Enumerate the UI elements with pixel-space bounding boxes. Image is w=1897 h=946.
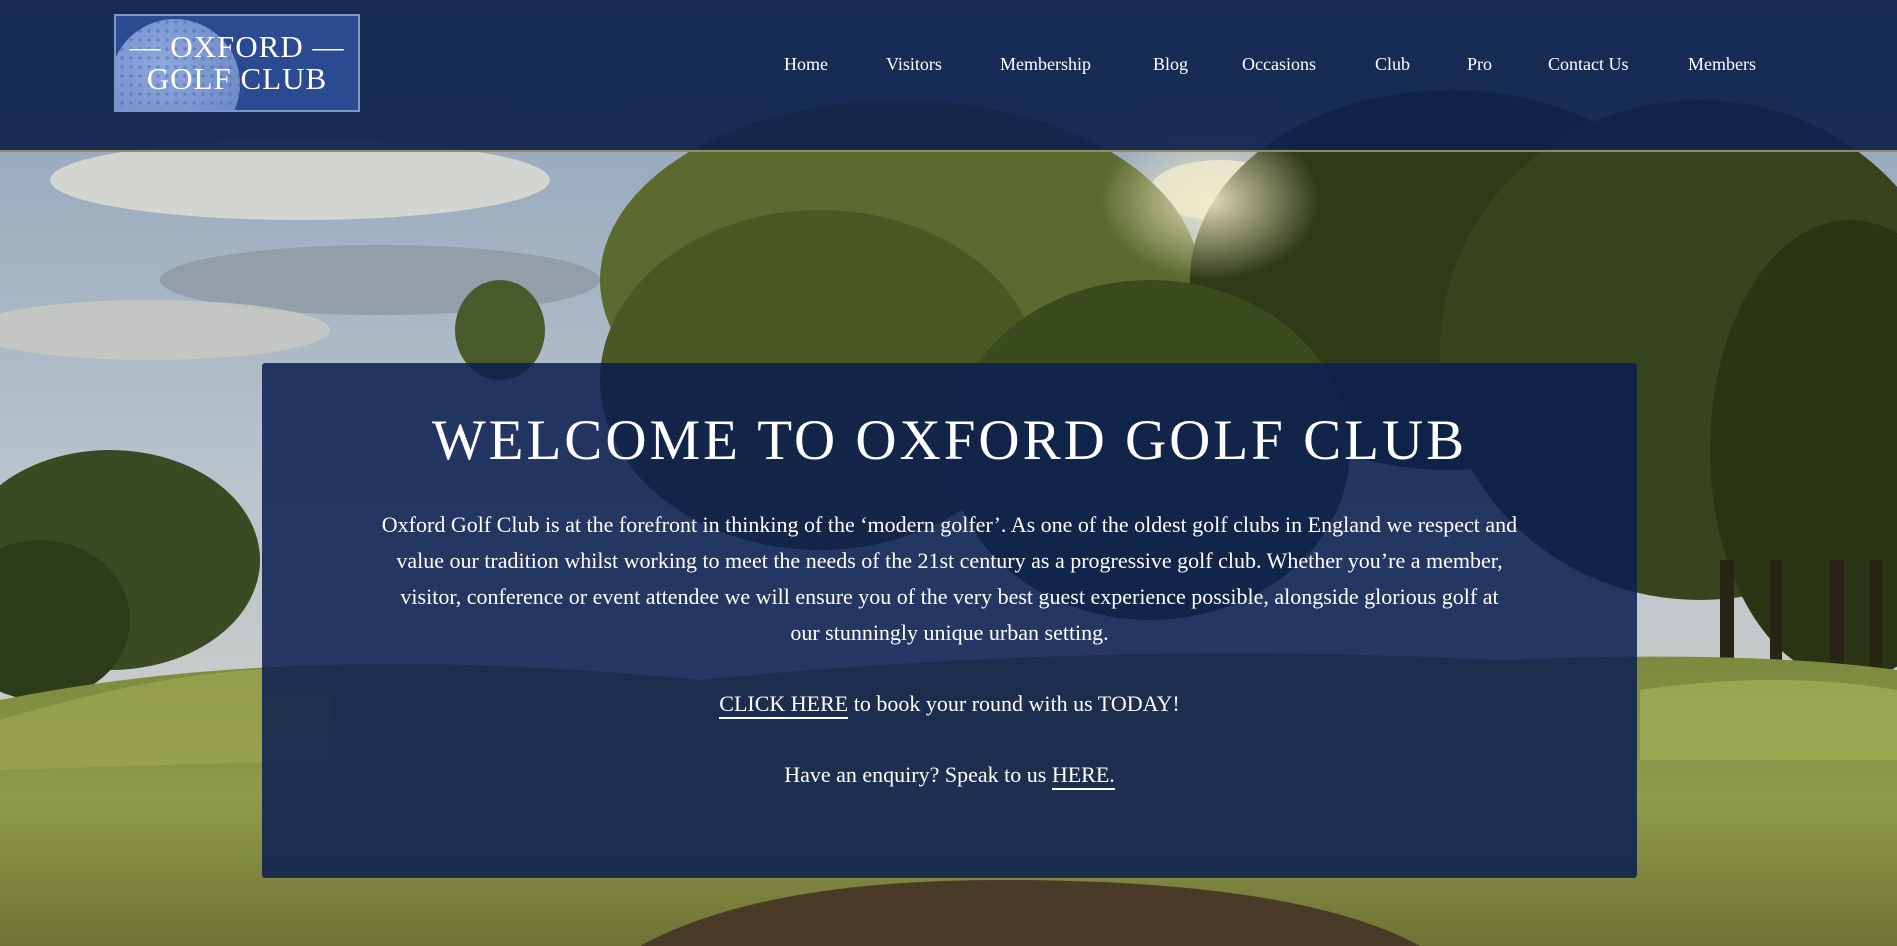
welcome-title: WELCOME TO OXFORD GOLF CLUB	[431, 409, 1468, 472]
nav-contact-us[interactable]: Contact Us	[1548, 54, 1629, 75]
nav-visitors[interactable]: Visitors	[886, 54, 942, 75]
welcome-description-line: Oxford Golf Club is at the forefront in …	[381, 512, 1518, 537]
site-header: — OXFORD — GOLF CLUB Home Visitors Membe…	[0, 0, 1897, 152]
nav-pro[interactable]: Pro	[1467, 54, 1492, 75]
welcome-description: Oxford Golf Club is at the forefront in …	[302, 507, 1597, 651]
welcome-panel: WELCOME TO OXFORD GOLF CLUB Oxford Golf …	[262, 363, 1637, 878]
booking-cta: CLICK HERE to book your round with us TO…	[262, 689, 1637, 719]
nav-blog[interactable]: Blog	[1153, 54, 1188, 75]
book-round-link[interactable]: CLICK HERE	[719, 691, 849, 719]
nav-members[interactable]: Members	[1688, 54, 1756, 75]
enquiry-text: Have an enquiry? Speak to us	[784, 762, 1052, 787]
enquiry-link[interactable]: HERE.	[1051, 762, 1115, 790]
nav-membership[interactable]: Membership	[1000, 54, 1091, 75]
welcome-description-line: value our tradition whilst working to me…	[396, 548, 1503, 573]
welcome-description-line: visitor, conference or event attendee we…	[400, 584, 1499, 609]
nav-home[interactable]: Home	[784, 54, 828, 75]
booking-cta-text: to book your round with us TODAY!	[848, 691, 1180, 716]
welcome-description-line: our stunningly unique urban setting.	[790, 620, 1109, 645]
nav-club[interactable]: Club	[1375, 54, 1410, 75]
main-navigation: Home Visitors Membership Blog Occasions …	[0, 54, 1897, 80]
nav-occasions[interactable]: Occasions	[1242, 54, 1316, 75]
enquiry-cta: Have an enquiry? Speak to us HERE.	[262, 760, 1637, 790]
page: — OXFORD — GOLF CLUB Home Visitors Membe…	[0, 0, 1897, 946]
